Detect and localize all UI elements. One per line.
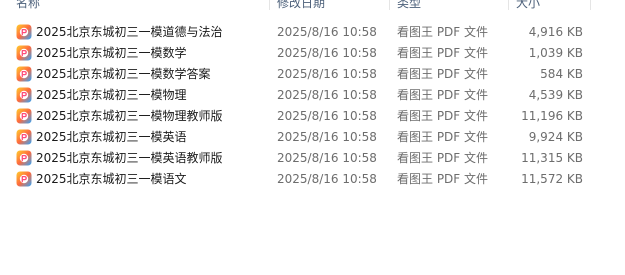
column-header-date[interactable]: 修改日期: [277, 0, 325, 12]
file-modified-date: 2025/8/16 10:58: [277, 25, 377, 39]
file-modified-date: 2025/8/16 10:58: [277, 130, 377, 144]
file-row[interactable]: 2025北京东城初三一模语文 2025/8/16 10:58 看图王 PDF 文…: [0, 169, 625, 190]
column-header-type[interactable]: 类型: [397, 0, 421, 12]
column-divider[interactable]: [389, 0, 390, 10]
file-modified-date: 2025/8/16 10:58: [277, 88, 377, 102]
file-size: 4,539 KB: [528, 88, 583, 102]
file-type: 看图王 PDF 文件: [397, 172, 489, 186]
pdf-file-icon: [16, 45, 32, 61]
pdf-file-icon: [16, 24, 32, 40]
file-row[interactable]: 2025北京东城初三一模物理 2025/8/16 10:58 看图王 PDF 文…: [0, 85, 625, 106]
file-modified-date: 2025/8/16 10:58: [277, 46, 377, 60]
file-name: 2025北京东城初三一模物理教师版: [36, 109, 223, 123]
file-row[interactable]: 2025北京东城初三一模道德与法治 2025/8/16 10:58 看图王 PD…: [0, 22, 625, 43]
file-type: 看图王 PDF 文件: [397, 46, 489, 60]
file-size: 9,924 KB: [528, 130, 583, 144]
file-modified-date: 2025/8/16 10:58: [277, 151, 377, 165]
file-name: 2025北京东城初三一模语文: [36, 172, 187, 186]
column-divider[interactable]: [590, 0, 591, 10]
file-row[interactable]: 2025北京东城初三一模英语教师版 2025/8/16 10:58 看图王 PD…: [0, 148, 625, 169]
file-size: 4,916 KB: [528, 25, 583, 39]
file-row[interactable]: 2025北京东城初三一模物理教师版 2025/8/16 10:58 看图王 PD…: [0, 106, 625, 127]
file-type: 看图王 PDF 文件: [397, 109, 489, 123]
pdf-file-icon: [16, 87, 32, 103]
pdf-file-icon: [16, 108, 32, 124]
file-size: 11,315 KB: [521, 151, 583, 165]
file-name: 2025北京东城初三一模数学答案: [36, 67, 211, 81]
file-name: 2025北京东城初三一模道德与法治: [36, 25, 223, 39]
file-row[interactable]: 2025北京东城初三一模数学 2025/8/16 10:58 看图王 PDF 文…: [0, 43, 625, 64]
pdf-file-icon: [16, 66, 32, 82]
file-size: 584 KB: [540, 67, 583, 81]
column-header-name[interactable]: 名称: [16, 0, 40, 12]
file-size: 11,572 KB: [521, 172, 583, 186]
file-type: 看图王 PDF 文件: [397, 25, 489, 39]
file-type: 看图王 PDF 文件: [397, 130, 489, 144]
file-type: 看图王 PDF 文件: [397, 88, 489, 102]
file-list: 2025北京东城初三一模道德与法治 2025/8/16 10:58 看图王 PD…: [0, 22, 625, 190]
file-modified-date: 2025/8/16 10:58: [277, 67, 377, 81]
column-divider[interactable]: [508, 0, 509, 10]
file-name: 2025北京东城初三一模数学: [36, 46, 187, 60]
file-name: 2025北京东城初三一模物理: [36, 88, 187, 102]
file-type: 看图王 PDF 文件: [397, 151, 489, 165]
file-row[interactable]: 2025北京东城初三一模英语 2025/8/16 10:58 看图王 PDF 文…: [0, 127, 625, 148]
column-divider[interactable]: [269, 0, 270, 10]
column-header-size[interactable]: 大小: [516, 0, 540, 12]
pdf-file-icon: [16, 129, 32, 145]
column-header-row: 名称 修改日期 类型 大小: [0, 0, 625, 12]
file-row[interactable]: 2025北京东城初三一模数学答案 2025/8/16 10:58 看图王 PDF…: [0, 64, 625, 85]
file-size: 11,196 KB: [521, 109, 583, 123]
file-size: 1,039 KB: [528, 46, 583, 60]
file-name: 2025北京东城初三一模英语教师版: [36, 151, 223, 165]
file-modified-date: 2025/8/16 10:58: [277, 109, 377, 123]
pdf-file-icon: [16, 171, 32, 187]
file-name: 2025北京东城初三一模英语: [36, 130, 187, 144]
file-type: 看图王 PDF 文件: [397, 67, 489, 81]
pdf-file-icon: [16, 150, 32, 166]
file-modified-date: 2025/8/16 10:58: [277, 172, 377, 186]
